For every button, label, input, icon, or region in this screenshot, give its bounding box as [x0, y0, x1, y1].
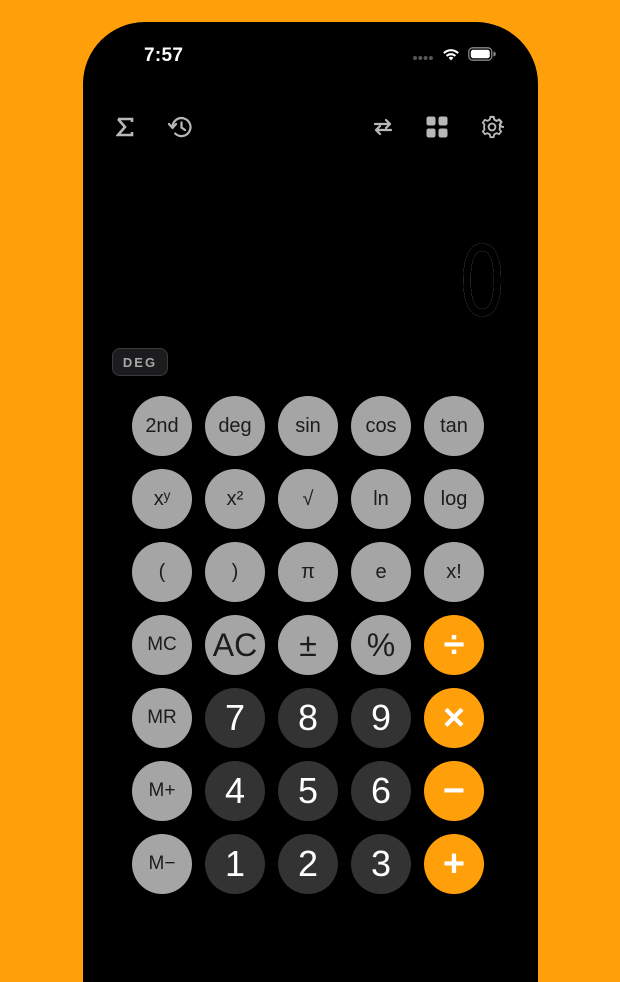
key-plus-minus[interactable]: ±	[278, 615, 338, 675]
key-1[interactable]: 1	[205, 834, 265, 894]
key-subtract[interactable]: −	[424, 761, 484, 821]
sigma-icon[interactable]	[112, 114, 138, 140]
key-memory-clear[interactable]: MC	[132, 615, 192, 675]
key-tan[interactable]: tan	[424, 396, 484, 456]
phone-frame: 7:57 0 DEG 2nd deg sin cos tan xʸ x² √ l…	[83, 22, 538, 982]
battery-icon	[468, 47, 496, 66]
key-log[interactable]: log	[424, 469, 484, 529]
key-memory-add[interactable]: M+	[132, 761, 192, 821]
key-6[interactable]: 6	[351, 761, 411, 821]
gear-icon[interactable]	[479, 114, 505, 140]
key-all-clear[interactable]: AC	[205, 615, 265, 675]
history-icon[interactable]	[167, 114, 193, 140]
key-2nd[interactable]: 2nd	[132, 396, 192, 456]
key-deg[interactable]: deg	[205, 396, 265, 456]
wifi-icon	[442, 47, 460, 66]
key-factorial[interactable]: x!	[424, 542, 484, 602]
status-time: 7:57	[144, 45, 184, 66]
key-e[interactable]: e	[351, 542, 411, 602]
grid-icon[interactable]	[424, 114, 450, 140]
key-square-root[interactable]: √	[278, 469, 338, 529]
key-percent[interactable]: %	[351, 615, 411, 675]
key-8[interactable]: 8	[278, 688, 338, 748]
key-sin[interactable]: sin	[278, 396, 338, 456]
key-add[interactable]: +	[424, 834, 484, 894]
key-pi[interactable]: π	[278, 542, 338, 602]
swap-icon[interactable]	[370, 114, 396, 140]
key-x-power-y[interactable]: xʸ	[132, 469, 192, 529]
key-divide[interactable]: ÷	[424, 615, 484, 675]
result-display: 0	[445, 234, 506, 330]
key-ln[interactable]: ln	[351, 469, 411, 529]
key-5[interactable]: 5	[278, 761, 338, 821]
key-memory-subtract[interactable]: M−	[132, 834, 192, 894]
key-memory-recall[interactable]: MR	[132, 688, 192, 748]
signal-dots-icon	[412, 48, 434, 66]
result-value: 0	[458, 226, 506, 338]
key-multiply[interactable]: ×	[424, 688, 484, 748]
key-3[interactable]: 3	[351, 834, 411, 894]
key-cos[interactable]: cos	[351, 396, 411, 456]
key-9[interactable]: 9	[351, 688, 411, 748]
key-7[interactable]: 7	[205, 688, 265, 748]
status-indicators	[412, 47, 496, 66]
key-close-paren[interactable]: )	[205, 542, 265, 602]
key-x-squared[interactable]: x²	[205, 469, 265, 529]
angle-mode-badge[interactable]: DEG	[112, 348, 168, 376]
keypad: 2nd deg sin cos tan xʸ x² √ ln log ( ) π…	[132, 396, 484, 894]
key-4[interactable]: 4	[205, 761, 265, 821]
key-open-paren[interactable]: (	[132, 542, 192, 602]
key-2[interactable]: 2	[278, 834, 338, 894]
